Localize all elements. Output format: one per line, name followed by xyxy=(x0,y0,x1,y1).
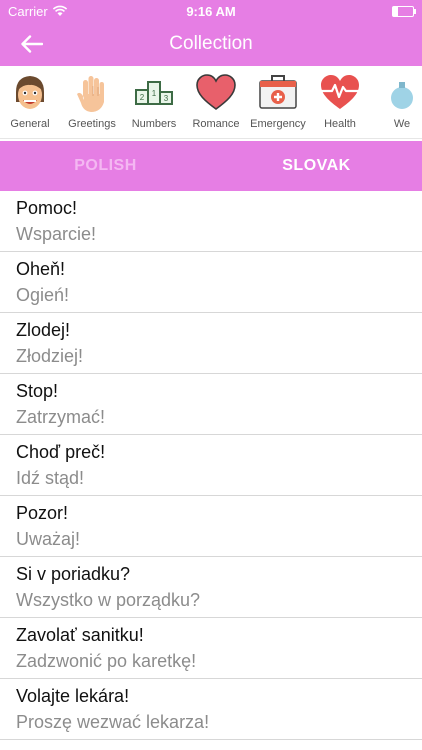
tab-polish[interactable]: POLISH xyxy=(0,141,211,191)
svg-text:1: 1 xyxy=(152,89,157,98)
nav-bar: Collection xyxy=(0,22,422,66)
phrase-translation: Proszę wezwać lekarza! xyxy=(16,712,210,732)
category-emergency[interactable]: Emergency xyxy=(248,66,308,138)
heartbeat-icon xyxy=(321,75,359,109)
podium-icon: 1 2 3 xyxy=(135,81,173,105)
page-title: Collection xyxy=(169,33,253,54)
clock: 9:16 AM xyxy=(186,4,236,19)
tab-slovak[interactable]: SLOVAK xyxy=(211,141,422,191)
first-aid-icon xyxy=(259,75,297,109)
category-romance[interactable]: Romance xyxy=(186,66,246,138)
phrase-source: Zavolať sanitku! xyxy=(16,625,144,645)
svg-text:2: 2 xyxy=(140,93,145,102)
app-header: Carrier 9:16 AM Collection xyxy=(0,0,422,66)
list-item[interactable]: Zavolať sanitku! Zadzwonić po karetkę! xyxy=(0,618,422,679)
battery-icon xyxy=(392,5,416,17)
phrase-translation: Ogień! xyxy=(16,285,70,305)
phrase-translation: Wszystko w porządku? xyxy=(16,590,201,610)
phrase-source: Si v poriadku? xyxy=(16,564,131,584)
phrase-translation: Złodziej! xyxy=(16,346,84,366)
language-tabs: POLISH SLOVAK xyxy=(0,141,422,191)
list-item[interactable]: Pomoc! Wsparcie! xyxy=(0,191,422,252)
phrase-source: Oheň! xyxy=(16,259,66,279)
category-general[interactable]: General xyxy=(0,66,60,138)
list-item[interactable]: Choď preč! Idź stąd! xyxy=(0,435,422,496)
phrase-list: Pomoc! Wsparcie! Oheň! Ogień! Zlodej! Zł… xyxy=(0,191,422,740)
face-icon xyxy=(16,76,44,109)
phrase-translation: Zatrzymać! xyxy=(16,407,106,427)
status-bar: Carrier 9:16 AM xyxy=(0,0,422,22)
category-we[interactable]: We xyxy=(372,66,422,138)
list-item[interactable]: Zlodej! Złodziej! xyxy=(0,313,422,374)
phrase-source: Stop! xyxy=(16,381,59,401)
hand-icon xyxy=(77,76,104,112)
svg-text:3: 3 xyxy=(164,94,169,103)
back-arrow-icon xyxy=(21,35,43,53)
more-icon xyxy=(391,82,413,109)
category-health[interactable]: Health xyxy=(310,66,370,138)
phrase-translation: Zadzwonić po karetkę! xyxy=(16,651,197,671)
heart-icon xyxy=(196,74,236,110)
list-item[interactable]: Si v poriadku? Wszystko w porządku? xyxy=(0,557,422,618)
phrase-source: Pozor! xyxy=(16,503,69,523)
category-greetings[interactable]: Greetings xyxy=(62,66,122,138)
list-item[interactable]: Volajte lekára! Proszę wezwać lekarza! xyxy=(0,679,422,740)
phrase-source: Volajte lekára! xyxy=(16,686,130,706)
category-bar: General Greetings 1 2 3 Numbers Romance xyxy=(0,66,422,139)
phrase-source: Choď preč! xyxy=(16,442,106,462)
back-button[interactable] xyxy=(18,30,46,58)
list-item[interactable]: Pozor! Uważaj! xyxy=(0,496,422,557)
list-item[interactable]: Oheň! Ogień! xyxy=(0,252,422,313)
phrase-translation: Uważaj! xyxy=(16,529,81,549)
list-item[interactable]: Stop! Zatrzymać! xyxy=(0,374,422,435)
phrase-source: Pomoc! xyxy=(16,198,78,218)
phrase-translation: Wsparcie! xyxy=(16,224,97,244)
category-numbers[interactable]: 1 2 3 Numbers xyxy=(124,66,184,138)
phrase-translation: Idź stąd! xyxy=(16,468,85,488)
phrase-source: Zlodej! xyxy=(16,320,71,340)
